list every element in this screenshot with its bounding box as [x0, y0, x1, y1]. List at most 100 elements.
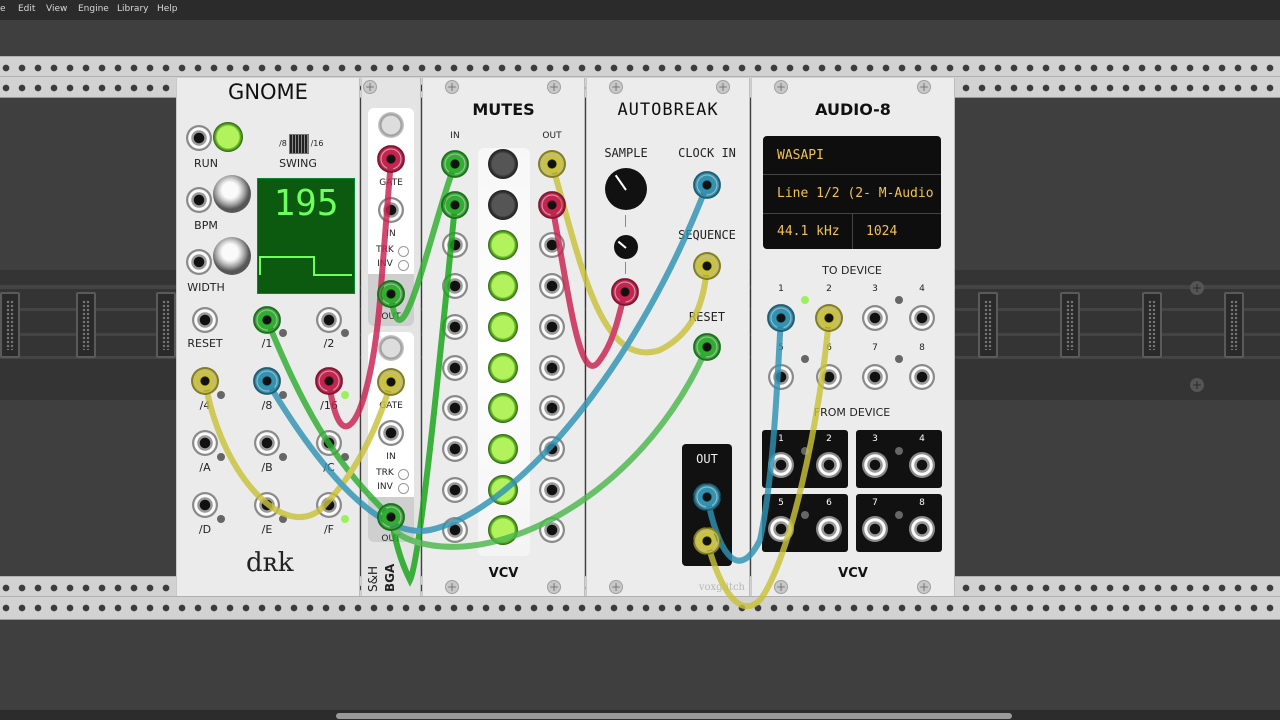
swing-switch[interactable] [289, 134, 309, 154]
audio-driver-select[interactable]: WASAPI [777, 148, 824, 163]
from-device-jack-8[interactable] [909, 516, 935, 542]
to-device-jack-7[interactable] [862, 364, 888, 390]
bpm-knob[interactable] [213, 175, 251, 213]
cable-plug[interactable] [767, 304, 795, 332]
mute-input-jack-9[interactable] [442, 476, 468, 503]
sample-rate-select[interactable]: 44.1 kHz [777, 224, 840, 239]
mute-output-jack-8[interactable] [539, 435, 565, 462]
cable-plug[interactable] [441, 150, 469, 178]
cable-plug[interactable] [377, 503, 405, 531]
menu-help[interactable]: Help [157, 4, 178, 14]
blank-module[interactable] [1060, 292, 1080, 358]
mute-button-7[interactable] [488, 393, 518, 424]
to-device-jack-5[interactable] [768, 364, 794, 390]
sh1-trigger-button[interactable] [378, 112, 404, 138]
mute-output-jack-7[interactable] [539, 395, 565, 422]
sh2-inv-switch[interactable] [398, 483, 409, 494]
sh2-in-jack[interactable] [378, 420, 404, 446]
blank-module[interactable] [978, 292, 998, 358]
mute-button-5[interactable] [488, 311, 518, 342]
from-device-jack-3[interactable] [862, 452, 888, 478]
mute-button-6[interactable] [488, 352, 518, 383]
cable-plug[interactable] [693, 171, 721, 199]
sample-attenuator-knob[interactable] [614, 235, 638, 259]
divB-output-jack[interactable] [254, 430, 280, 456]
mute-input-jack-8[interactable] [442, 435, 468, 462]
mute-output-jack-6[interactable] [539, 354, 565, 381]
from-device-jack-6[interactable] [816, 516, 842, 542]
mute-button-8[interactable] [488, 433, 518, 464]
sh1-gate-label: GATE [379, 178, 403, 188]
mute-button-2[interactable] [488, 189, 518, 220]
div2-output-jack[interactable] [316, 307, 342, 333]
mute-input-jack-6[interactable] [442, 354, 468, 381]
mute-output-jack-9[interactable] [539, 476, 565, 503]
cable-plug[interactable] [693, 333, 721, 361]
cable-plug[interactable] [538, 191, 566, 219]
audio-device-select[interactable]: Line 1/2 (2- M-Audio F [777, 186, 941, 201]
cable-plug[interactable] [441, 191, 469, 219]
cable-plug[interactable] [693, 483, 721, 511]
to-device-jack-6[interactable] [816, 364, 842, 390]
mute-output-jack-5[interactable] [539, 313, 565, 340]
mute-input-jack-5[interactable] [442, 313, 468, 340]
block-size-select[interactable]: 1024 [866, 224, 897, 239]
width-input-jack[interactable] [186, 249, 212, 275]
from-device-jack-7[interactable] [862, 516, 888, 542]
cable-plug[interactable] [538, 150, 566, 178]
blank-module[interactable] [1142, 292, 1162, 358]
run-input-jack[interactable] [186, 125, 212, 151]
width-knob[interactable] [213, 237, 251, 275]
menu-library[interactable]: Library [117, 4, 148, 14]
blank-module[interactable] [156, 292, 176, 358]
cable-plug[interactable] [377, 145, 405, 173]
cable-plug[interactable] [377, 280, 405, 308]
scrollbar-thumb[interactable] [336, 713, 1012, 719]
sh1-trk-switch[interactable] [398, 246, 409, 257]
sh1-inv-switch[interactable] [398, 260, 409, 271]
blank-module[interactable] [76, 292, 96, 358]
bpm-input-jack[interactable] [186, 187, 212, 213]
to-device-jack-4[interactable] [909, 305, 935, 331]
cable-plug[interactable] [191, 367, 219, 395]
cable-plug[interactable] [253, 306, 281, 334]
from-device-jack-4[interactable] [909, 452, 935, 478]
menu-edit[interactable]: Edit [18, 4, 35, 14]
from-device-jack-1[interactable] [768, 452, 794, 478]
divA-output-jack[interactable] [192, 430, 218, 456]
cable-plug[interactable] [693, 252, 721, 280]
mute-button-9[interactable] [488, 474, 518, 505]
to-device-jack-3[interactable] [862, 305, 888, 331]
cable-plug[interactable] [693, 527, 721, 555]
mute-input-jack-4[interactable] [442, 273, 468, 300]
divF-output-jack[interactable] [316, 492, 342, 518]
reset-label: RESET [688, 310, 726, 324]
menu-file[interactable]: e [0, 4, 6, 14]
mute-button-1[interactable] [488, 149, 518, 179]
blank-module[interactable] [1224, 292, 1244, 358]
menu-engine[interactable]: Engine [78, 4, 109, 14]
divC-output-jack[interactable] [316, 430, 342, 456]
mute-input-jack-7[interactable] [442, 395, 468, 422]
blank-module[interactable] [0, 292, 20, 358]
from-device-jack-2[interactable] [816, 452, 842, 478]
sh1-in-jack[interactable] [378, 197, 404, 223]
cable-plug[interactable] [377, 368, 405, 396]
mute-button-4[interactable] [488, 271, 518, 302]
sh2-trigger-button[interactable] [378, 335, 404, 361]
reset-output-jack[interactable] [192, 307, 218, 333]
divD-output-jack[interactable] [192, 492, 218, 518]
menu-view[interactable]: View [46, 4, 67, 14]
run-button[interactable] [213, 122, 243, 152]
sh2-out-label: OUT [381, 534, 401, 544]
cable-plug[interactable] [315, 367, 343, 395]
divE-output-jack[interactable] [254, 492, 280, 518]
mute-output-jack-4[interactable] [539, 273, 565, 300]
sh2-trk-switch[interactable] [398, 469, 409, 480]
cable-plug[interactable] [611, 278, 639, 306]
cable-plug[interactable] [253, 367, 281, 395]
cable-plug[interactable] [815, 304, 843, 332]
sample-knob[interactable] [605, 168, 647, 210]
to-device-jack-8[interactable] [909, 364, 935, 390]
from-device-jack-5[interactable] [768, 516, 794, 542]
